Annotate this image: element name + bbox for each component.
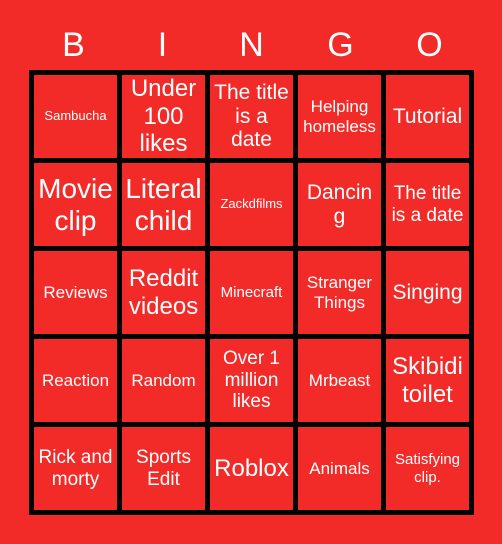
bingo-card: B I N G O Sambucha Under 100 likes The t… bbox=[0, 0, 502, 544]
bingo-cell[interactable]: Roblox bbox=[210, 427, 293, 510]
bingo-cell[interactable]: Reviews bbox=[34, 251, 117, 334]
bingo-grid: Sambucha Under 100 likes The title is a … bbox=[29, 70, 474, 515]
bingo-cell-label: Dancing bbox=[306, 180, 373, 228]
bingo-header-letter-i: I bbox=[157, 26, 168, 64]
bingo-cell[interactable]: Under 100 likes bbox=[122, 75, 205, 158]
bingo-cell-label: Literal child bbox=[125, 172, 202, 236]
bingo-cell-label: Movie clip bbox=[38, 172, 113, 236]
bingo-cell-label: Reviews bbox=[43, 282, 108, 302]
bingo-cell[interactable]: Zackdfilms bbox=[210, 163, 293, 246]
bingo-header-letter-o: O bbox=[416, 26, 443, 64]
bingo-cell-label: Roblox bbox=[214, 454, 289, 482]
bingo-cell-label: Zackdfilms bbox=[220, 196, 283, 212]
bingo-cell-label: Minecraft bbox=[220, 283, 283, 301]
bingo-cell-label: Sambucha bbox=[44, 108, 107, 124]
bingo-cell[interactable]: Helping homeless bbox=[298, 75, 381, 158]
bingo-cell[interactable]: Reaction bbox=[34, 339, 117, 422]
bingo-cell-label: Reaction bbox=[41, 370, 110, 390]
bingo-cell-label: The title is a date bbox=[214, 80, 289, 152]
bingo-header-letter-g: G bbox=[327, 26, 354, 64]
bingo-cell-label: Rick and morty bbox=[38, 446, 113, 490]
bingo-cell[interactable]: Sports Edit bbox=[122, 427, 205, 510]
bingo-cell[interactable]: Animals bbox=[298, 427, 381, 510]
bingo-cell[interactable]: Minecraft bbox=[210, 251, 293, 334]
bingo-cell[interactable]: Literal child bbox=[122, 163, 205, 246]
bingo-cell-label: Satisfying clip. bbox=[394, 451, 461, 486]
bingo-cell-label: Singing bbox=[392, 280, 463, 304]
bingo-cell-label: Sports Edit bbox=[136, 446, 191, 490]
bingo-cell[interactable]: Stranger Things bbox=[298, 251, 381, 334]
bingo-cell-label: Under 100 likes bbox=[130, 75, 197, 158]
bingo-cell-label: Over 1 million likes bbox=[222, 348, 281, 413]
bingo-cell[interactable]: Satisfying clip. bbox=[386, 427, 469, 510]
bingo-cell-label: Mrbeast bbox=[308, 370, 371, 390]
bingo-cell-label: Helping homeless bbox=[303, 97, 376, 136]
bingo-header: B I N G O bbox=[29, 20, 474, 70]
bingo-cell[interactable]: Dancing bbox=[298, 163, 381, 246]
bingo-cell-label: Skibidi toilet bbox=[392, 353, 463, 408]
bingo-cell[interactable]: Singing bbox=[386, 251, 469, 334]
bingo-cell[interactable]: Movie clip bbox=[34, 163, 117, 246]
bingo-cell-label: The title is a date bbox=[391, 182, 464, 226]
bingo-cell-label: Reddit videos bbox=[128, 265, 199, 320]
bingo-cell[interactable]: Random bbox=[122, 339, 205, 422]
bingo-cell[interactable]: The title is a date bbox=[386, 163, 469, 246]
bingo-cell[interactable]: Skibidi toilet bbox=[386, 339, 469, 422]
bingo-header-letter-b: B bbox=[62, 26, 85, 64]
bingo-cell-label: Stranger Things bbox=[306, 273, 373, 312]
bingo-header-letter-n: N bbox=[239, 26, 264, 64]
bingo-cell-label: Animals bbox=[309, 458, 370, 478]
bingo-cell[interactable]: Tutorial bbox=[386, 75, 469, 158]
bingo-cell[interactable]: Over 1 million likes bbox=[210, 339, 293, 422]
bingo-cell[interactable]: Sambucha bbox=[34, 75, 117, 158]
bingo-cell-label: Random bbox=[131, 370, 196, 390]
bingo-cell[interactable]: Reddit videos bbox=[122, 251, 205, 334]
bingo-cell[interactable]: Mrbeast bbox=[298, 339, 381, 422]
bingo-cell-label: Tutorial bbox=[392, 104, 463, 128]
bingo-cell[interactable]: The title is a date bbox=[210, 75, 293, 158]
bingo-cell[interactable]: Rick and morty bbox=[34, 427, 117, 510]
